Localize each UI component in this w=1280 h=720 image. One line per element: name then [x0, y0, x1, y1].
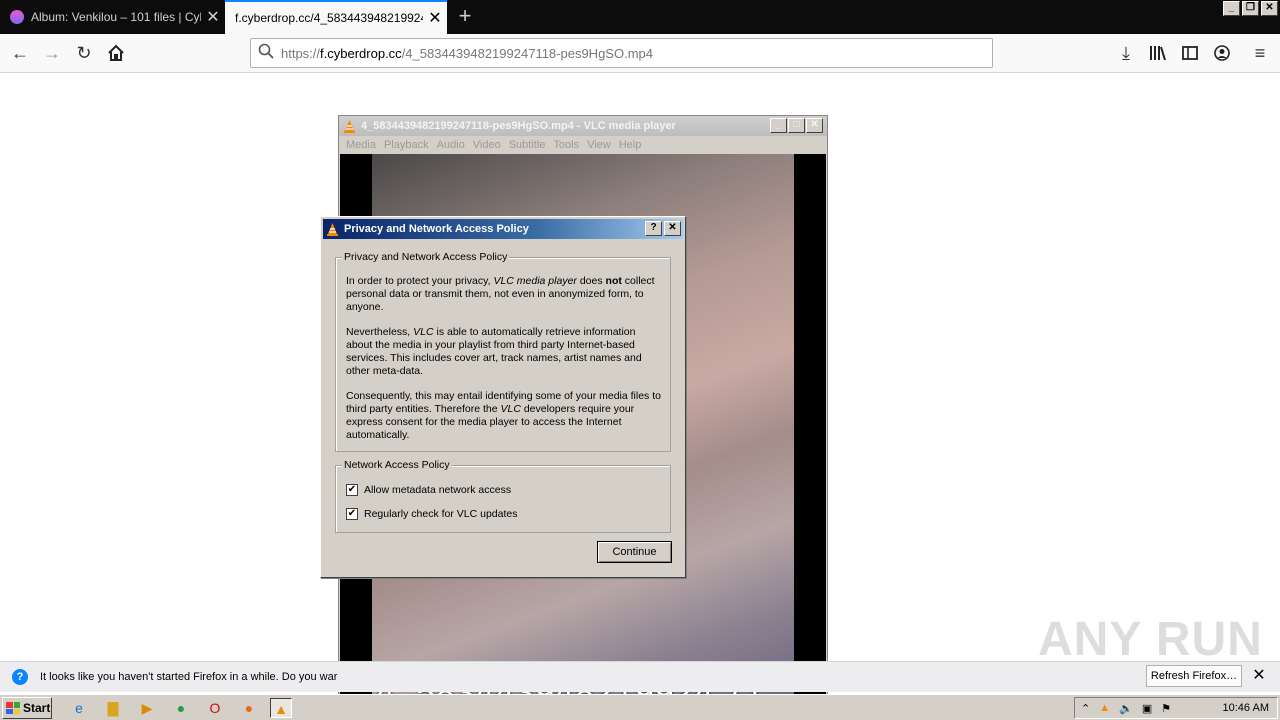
start-button[interactable]: Start [2, 697, 52, 719]
volume-icon[interactable]: 🔈 [1119, 702, 1133, 715]
refresh-firefox-button[interactable]: Refresh Firefox… [1146, 665, 1242, 687]
downloads-icon[interactable]: ⤓ [1112, 39, 1140, 67]
internet-explorer-icon[interactable]: e [68, 698, 90, 718]
sidebar-icon[interactable] [1176, 39, 1204, 67]
tab-video[interactable]: f.cyberdrop.cc/4_5834439482199247118-pes… [225, 0, 447, 34]
url-bar[interactable]: https://f.cyberdrop.cc/4_583443948219924… [250, 38, 993, 68]
vlc-minimize-icon[interactable]: _ [770, 118, 787, 133]
system-tray: ⌃ ▲ 🔈 ▣ ⚑ 10:46 AM [1074, 697, 1278, 719]
tab-album[interactable]: Album: Venkilou – 101 files | Cyberdrop … [0, 0, 225, 34]
url-text: https://f.cyberdrop.cc/4_583443948219924… [281, 45, 653, 61]
menu-playback[interactable]: Playback [380, 136, 433, 154]
reload-icon[interactable]: ↻ [70, 39, 98, 67]
navigation-bar: ← → ↻ https://f.cyberdrop.cc/4_583443948… [0, 34, 1280, 73]
opera-icon[interactable]: O [204, 698, 226, 718]
menu-audio[interactable]: Audio [433, 136, 469, 154]
privacy-paragraph-3: Consequently, this may entail identifyin… [346, 390, 661, 441]
privacy-policy-group: Privacy and Network Access Policy In ord… [335, 251, 671, 452]
menu-media[interactable]: Media [342, 136, 380, 154]
tray-expand-icon[interactable]: ⌃ [1081, 702, 1090, 715]
vlc-taskbar-icon[interactable]: ▲ [270, 698, 292, 718]
back-icon[interactable]: ← [6, 39, 34, 67]
menu-subtitle[interactable]: Subtitle [505, 136, 550, 154]
privacy-paragraph-2: Nevertheless, VLC is able to automatical… [346, 326, 642, 377]
group-title: Network Access Policy [342, 459, 452, 471]
firefox-icon[interactable]: ● [238, 698, 260, 718]
update-check-checkbox[interactable]: ✔ Regularly check for VLC updates [346, 508, 518, 520]
network-access-group: Network Access Policy ✔ Allow metadata n… [335, 459, 671, 533]
network-icon[interactable]: ▣ [1142, 702, 1152, 715]
group-title: Privacy and Network Access Policy [342, 251, 510, 263]
notification-text: It looks like you haven't started Firefo… [40, 671, 338, 683]
windows-flag-icon [6, 702, 20, 714]
forward-icon[interactable]: → [38, 39, 66, 67]
vlc-maximize-icon[interactable]: □ [788, 118, 805, 133]
menu-help[interactable]: Help [615, 136, 646, 154]
search-icon [251, 43, 281, 63]
metadata-access-checkbox[interactable]: ✔ Allow metadata network access [346, 484, 511, 496]
taskbar: Start e ▇ ▶ ● O ● ▲ ⌃ ▲ 🔈 ▣ ⚑ 10:46 AM [0, 694, 1280, 720]
new-tab-icon[interactable]: + [452, 4, 478, 30]
vlc-menu-bar: Media Playback Audio Video Subtitle Tool… [339, 136, 827, 154]
restore-icon[interactable]: ❐ [1242, 1, 1259, 16]
help-icon[interactable]: ? [645, 221, 662, 236]
dialog-close-icon[interactable]: ✕ [664, 221, 681, 236]
notification-close-icon[interactable]: ✕ [1250, 666, 1268, 686]
library-icon[interactable] [1144, 39, 1172, 67]
close-tab-icon[interactable]: ✕ [423, 8, 447, 28]
close-window-icon[interactable]: ✕ [1261, 1, 1278, 16]
dialog-title: Privacy and Network Access Policy [344, 223, 529, 235]
vlc-title-bar: 4_5834439482199247118-pes9HgSO.mp4 - VLC… [339, 116, 827, 136]
home-icon[interactable] [102, 39, 130, 67]
chrome-icon[interactable]: ● [170, 698, 192, 718]
close-tab-icon[interactable]: ✕ [201, 7, 225, 27]
checkmark-icon: ✔ [346, 484, 358, 496]
file-explorer-icon[interactable]: ▇ [102, 698, 124, 718]
window-controls: _ ❐ ✕ [1221, 0, 1280, 17]
action-center-flag-icon[interactable]: ⚑ [1161, 702, 1171, 715]
menu-video[interactable]: Video [469, 136, 505, 154]
menu-icon[interactable]: ≡ [1246, 39, 1274, 67]
minimize-icon[interactable]: _ [1223, 1, 1240, 16]
menu-view[interactable]: View [583, 136, 615, 154]
menu-tools[interactable]: Tools [549, 136, 583, 154]
privacy-dialog: Privacy and Network Access Policy ? ✕ Pr… [320, 216, 686, 578]
continue-button[interactable]: Continue [597, 541, 672, 563]
dialog-title-bar: Privacy and Network Access Policy ? ✕ [323, 219, 683, 239]
anyrun-watermark: ANY RUN [1038, 613, 1263, 666]
media-player-icon[interactable]: ▶ [136, 698, 158, 718]
vlc-cone-icon [343, 119, 356, 133]
checkmark-icon: ✔ [346, 508, 358, 520]
cyberdrop-favicon-icon [10, 10, 24, 24]
info-icon: ? [12, 669, 28, 685]
tab-title: f.cyberdrop.cc/4_5834439482199247118-pes… [235, 11, 423, 25]
tab-title: Album: Venkilou – 101 files | Cyberdrop [31, 10, 201, 24]
clock[interactable]: 10:46 AM [1223, 702, 1269, 714]
privacy-paragraph-1: In order to protect your privacy, VLC me… [346, 275, 655, 313]
vlc-close-icon[interactable]: ✕ [806, 118, 823, 133]
tab-strip: Album: Venkilou – 101 files | Cyberdrop … [0, 0, 1280, 34]
account-icon[interactable] [1208, 39, 1236, 67]
vlc-tray-icon[interactable]: ▲ [1099, 702, 1110, 714]
vlc-cone-icon [326, 222, 339, 236]
vlc-window-title: 4_5834439482199247118-pes9HgSO.mp4 - VLC… [361, 120, 676, 132]
